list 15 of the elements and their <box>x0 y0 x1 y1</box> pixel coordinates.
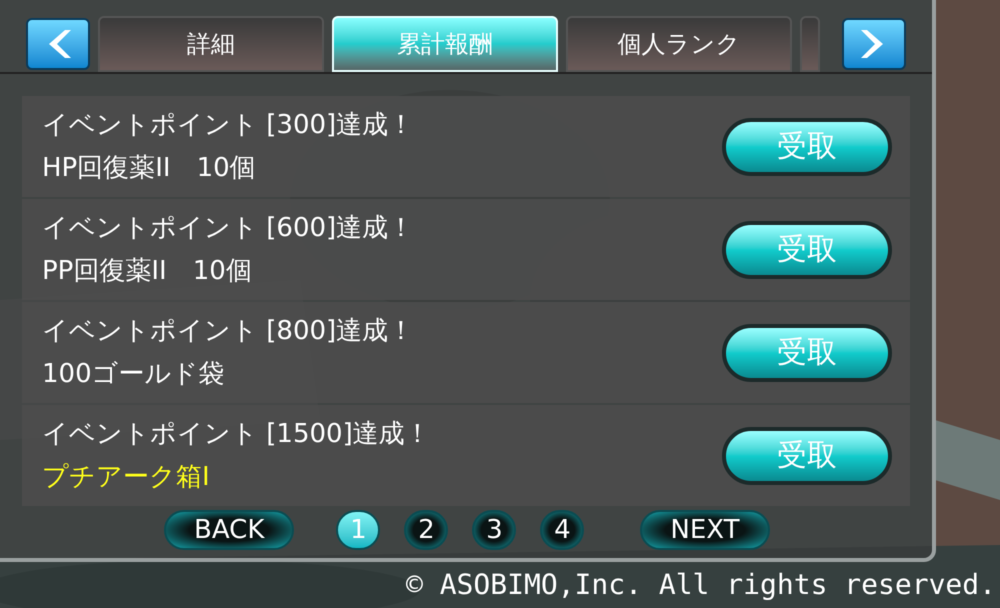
next-arrow-button[interactable] <box>842 18 906 70</box>
copyright-text: © ASOBIMO,Inc. All rights reserved. <box>406 567 996 603</box>
previous-arrow-button[interactable] <box>26 18 90 70</box>
reward-item: 100ゴールド袋 <box>42 358 226 390</box>
next-button[interactable]: NEXT <box>640 510 770 550</box>
tab[interactable]: 個人ランク <box>566 16 792 72</box>
reward-title: イベントポイント [1500]達成！ <box>42 418 431 450</box>
tab[interactable]: 詳細 <box>98 16 324 72</box>
back-button[interactable]: BACK <box>164 510 294 550</box>
reward-item: HP回復薬II 10個 <box>42 152 257 184</box>
reward-title: イベントポイント [800]達成！ <box>42 314 414 348</box>
reward-item: PP回復薬II 10個 <box>42 254 253 288</box>
reward-title: イベントポイント [300]達成！ <box>42 108 414 142</box>
reward-item: プチアーク箱I <box>42 460 211 494</box>
reward-title: イベントポイント [600]達成！ <box>42 212 414 244</box>
